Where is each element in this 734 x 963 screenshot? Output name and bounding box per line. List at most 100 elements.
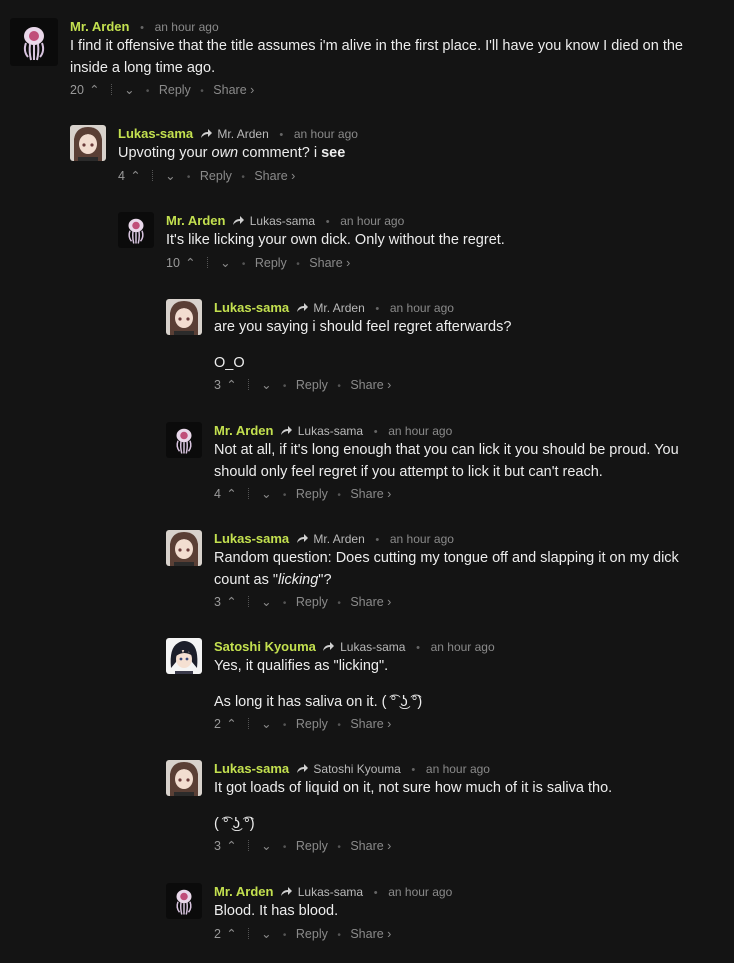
reply-button[interactable]: Reply [255, 256, 287, 270]
comment-text: Random question: Does cutting my tongue … [214, 548, 706, 591]
separator-dot: • [282, 842, 287, 853]
timestamp[interactable]: an hour ago [294, 127, 358, 141]
comment-paragraph: I find it offensive that the title assum… [70, 38, 683, 76]
timestamp[interactable]: an hour ago [388, 424, 452, 438]
comment-header: Satoshi Kyouma Lukas-sama • an hour ago [214, 638, 706, 656]
reply-button[interactable]: Reply [296, 487, 328, 501]
avatar-mr-arden[interactable] [166, 883, 202, 919]
share-button[interactable]: Share › [254, 169, 295, 183]
share-button[interactable]: Share › [350, 378, 391, 392]
reply-button[interactable]: Reply [296, 595, 328, 609]
separator-dot: • [200, 86, 204, 97]
avatar-satoshi-kyouma[interactable] [166, 638, 202, 674]
share-button[interactable]: Share › [350, 595, 391, 609]
author-name[interactable]: Mr. Arden [166, 213, 225, 228]
separator-dot: • [337, 842, 341, 853]
separator-dot: • [279, 129, 284, 141]
chevron-down-icon[interactable]: ⌄ [259, 835, 273, 857]
comment-footer: 10 ⌃ ⌄ • Reply • Share › [166, 252, 718, 274]
divider [247, 840, 250, 851]
reply-to-name[interactable]: Mr. Arden [313, 301, 364, 315]
reply-to-name[interactable]: Mr. Arden [313, 532, 364, 546]
divider [247, 488, 250, 499]
share-button[interactable]: Share › [350, 927, 391, 941]
chevron-up-icon[interactable]: ⌃ [224, 374, 238, 396]
separator-dot: • [282, 720, 287, 731]
chevron-up-icon[interactable]: ⌃ [224, 713, 238, 735]
chevron-up-icon[interactable]: ⌃ [224, 835, 238, 857]
separator-dot: • [282, 381, 287, 392]
anime-girl-avatar-icon [166, 760, 202, 796]
share-button[interactable]: Share › [350, 717, 391, 731]
reply-to-name[interactable]: Lukas-sama [250, 214, 315, 228]
reply-button[interactable]: Reply [296, 717, 328, 731]
chevron-down-icon[interactable]: ⌄ [259, 923, 273, 945]
comment: Lukas-sama Mr. Arden • an hour ago Rando… [166, 530, 706, 620]
reply-button[interactable]: Reply [200, 169, 232, 183]
comment: Mr. Arden Lukas-sama • an hour ago Blood… [166, 883, 706, 953]
separator-dot: • [337, 490, 341, 501]
comment-footer: 2 ⌃ ⌄ • Reply • Share › [214, 713, 706, 735]
avatar-mr-arden[interactable] [10, 18, 58, 66]
share-button[interactable]: Share › [309, 256, 350, 270]
chevron-up-icon[interactable]: ⌃ [87, 79, 101, 101]
author-name[interactable]: Lukas-sama [214, 300, 289, 315]
reply-button[interactable]: Reply [296, 927, 328, 941]
share-button[interactable]: Share › [350, 839, 391, 853]
timestamp[interactable]: an hour ago [390, 301, 454, 315]
chevron-down-icon[interactable]: ⌄ [259, 591, 273, 613]
author-name[interactable]: Lukas-sama [214, 531, 289, 546]
reply-to-name[interactable]: Lukas-sama [298, 885, 363, 899]
chevron-up-icon[interactable]: ⌃ [224, 923, 238, 945]
avatar-mr-arden[interactable] [118, 212, 154, 248]
reply-button[interactable]: Reply [296, 839, 328, 853]
reply-to-name[interactable]: Lukas-sama [340, 640, 405, 654]
anime-girl-avatar-icon [166, 530, 202, 566]
timestamp[interactable]: an hour ago [155, 20, 219, 34]
separator-dot: • [145, 86, 150, 97]
reply-to-name[interactable]: Lukas-sama [298, 424, 363, 438]
share-button[interactable]: Share › [213, 83, 254, 97]
comment: Lukas-sama Mr. Arden • an hour ago Upvot… [70, 125, 720, 195]
author-name[interactable]: Satoshi Kyouma [214, 639, 316, 654]
reply-to-name[interactable]: Satoshi Kyouma [313, 762, 400, 776]
author-name[interactable]: Mr. Arden [70, 19, 129, 34]
divider [247, 927, 250, 939]
share-button[interactable]: Share › [350, 487, 391, 501]
timestamp[interactable]: an hour ago [388, 885, 452, 899]
reply-button[interactable]: Reply [296, 378, 328, 392]
author-name[interactable]: Mr. Arden [214, 884, 273, 899]
share-arrow-icon [296, 534, 308, 543]
chevron-down-icon[interactable]: ⌄ [259, 483, 273, 505]
avatar-lukas-sama[interactable] [166, 760, 202, 796]
comment-footer: 3 ⌃ ⌄ • Reply • Share › [214, 374, 726, 396]
timestamp[interactable]: an hour ago [390, 532, 454, 546]
avatar-mr-arden[interactable] [166, 422, 202, 458]
avatar-lukas-sama[interactable] [166, 530, 202, 566]
separator-dot: • [282, 598, 287, 609]
author-name[interactable]: Mr. Arden [214, 423, 273, 438]
chevron-down-icon[interactable]: ⌄ [122, 79, 136, 101]
reply-button[interactable]: Reply [159, 83, 191, 97]
chevron-up-icon[interactable]: ⌃ [224, 483, 238, 505]
reply-to-name[interactable]: Mr. Arden [217, 127, 268, 141]
chevron-up-icon[interactable]: ⌃ [128, 165, 142, 187]
author-name[interactable]: Lukas-sama [214, 761, 289, 776]
timestamp[interactable]: an hour ago [426, 762, 490, 776]
author-name[interactable]: Lukas-sama [118, 126, 193, 141]
chevron-up-icon[interactable]: ⌃ [183, 252, 197, 274]
anime-girl-avatar-icon [166, 299, 202, 335]
chevron-down-icon[interactable]: ⌄ [259, 374, 273, 396]
chevron-down-icon[interactable]: ⌄ [259, 713, 273, 735]
avatar-lukas-sama[interactable] [70, 125, 106, 161]
share-arrow-icon [200, 129, 212, 138]
comment-header: Lukas-sama Mr. Arden • an hour ago [118, 125, 720, 143]
jellyfish-avatar-icon [10, 18, 58, 66]
chevron-up-icon[interactable]: ⌃ [224, 591, 238, 613]
separator-dot: • [140, 22, 144, 34]
avatar-lukas-sama[interactable] [166, 299, 202, 335]
timestamp[interactable]: an hour ago [340, 214, 404, 228]
chevron-down-icon[interactable]: ⌄ [218, 252, 232, 274]
timestamp[interactable]: an hour ago [431, 640, 495, 654]
chevron-down-icon[interactable]: ⌄ [163, 165, 177, 187]
